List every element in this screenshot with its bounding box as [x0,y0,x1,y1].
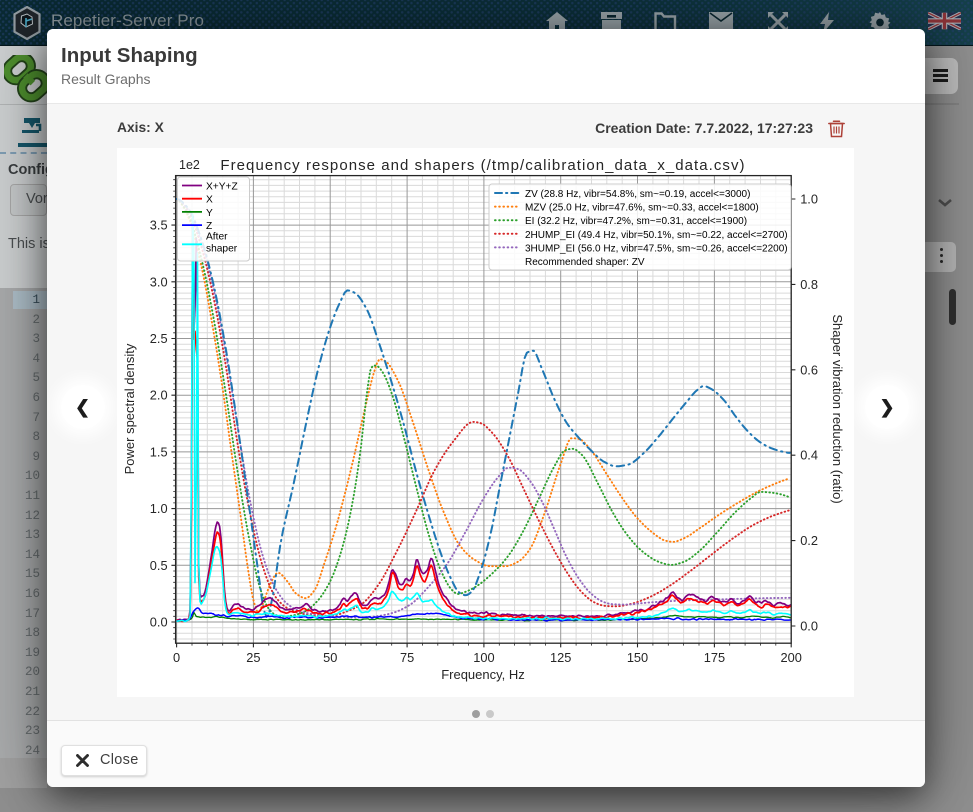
svg-text:shaper: shaper [206,244,238,255]
svg-text:Recommended shaper: ZV: Recommended shaper: ZV [525,257,645,268]
svg-text:175: 175 [704,650,725,665]
svg-text:1.0: 1.0 [800,192,818,207]
svg-text:0.4: 0.4 [800,448,818,463]
svg-text:200: 200 [781,650,802,665]
svg-text:0.5: 0.5 [150,558,168,573]
svg-text:125: 125 [550,650,571,665]
svg-text:1e2: 1e2 [179,158,200,172]
svg-text:1.0: 1.0 [150,501,168,516]
svg-text:X: X [206,195,213,206]
svg-text:2.5: 2.5 [150,331,168,346]
svg-text:150: 150 [627,650,648,665]
svg-text:3.0: 3.0 [150,274,168,289]
svg-text:3HUMP_EI (56.0 Hz, vibr=47.5%,: 3HUMP_EI (56.0 Hz, vibr=47.5%, sm~=0.26,… [525,243,788,254]
svg-text:X+Y+Z: X+Y+Z [206,182,238,193]
svg-text:Power spectral density: Power spectral density [122,343,137,474]
svg-text:Frequency response and shapers: Frequency response and shapers (/tmp/cal… [220,157,745,174]
svg-text:0: 0 [173,650,180,665]
svg-text:1.5: 1.5 [150,444,168,459]
svg-text:0.2: 0.2 [800,533,818,548]
svg-text:2HUMP_EI (49.4 Hz, vibr=50.1%,: 2HUMP_EI (49.4 Hz, vibr=50.1%, sm~=0.22,… [525,230,788,241]
svg-text:After: After [206,231,228,242]
svg-text:Frequency, Hz: Frequency, Hz [441,667,525,682]
svg-text:Shaper vibration reduction (ra: Shaper vibration reduction (ratio) [830,314,845,503]
svg-text:0.6: 0.6 [800,362,818,377]
svg-text:100: 100 [473,650,494,665]
svg-text:0.0: 0.0 [150,615,168,630]
svg-text:MZV (25.0 Hz, vibr=47.6%, sm~=: MZV (25.0 Hz, vibr=47.6%, sm~=0.33, acce… [525,203,759,214]
svg-text:0.8: 0.8 [800,277,818,292]
svg-text:ZV (28.8 Hz, vibr=54.8%, sm~=0: ZV (28.8 Hz, vibr=54.8%, sm~=0.19, accel… [525,189,750,200]
svg-text:EI (32.2 Hz, vibr=47.2%, sm~=0: EI (32.2 Hz, vibr=47.2%, sm~=0.31, accel… [525,216,747,227]
svg-text:2.0: 2.0 [150,388,168,403]
svg-text:0.0: 0.0 [800,619,818,634]
svg-text:Y: Y [206,208,213,219]
svg-text:75: 75 [400,650,414,665]
svg-text:3.5: 3.5 [150,218,168,233]
svg-text:50: 50 [323,650,337,665]
svg-text:25: 25 [246,650,260,665]
